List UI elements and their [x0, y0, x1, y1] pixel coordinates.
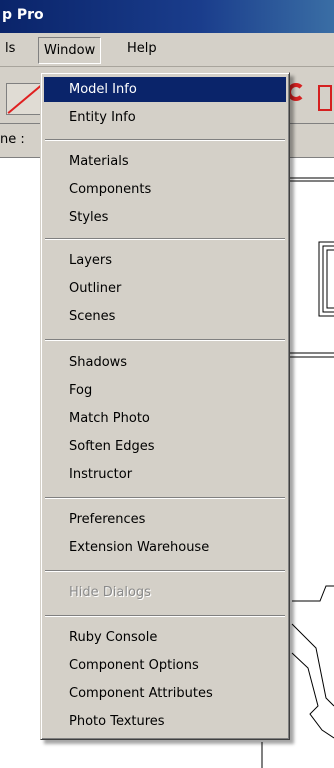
- menu-item-component-options[interactable]: Component Options: [44, 653, 286, 678]
- menu-item-fog[interactable]: Fog: [44, 378, 286, 403]
- menu-help[interactable]: Help: [122, 41, 162, 56]
- window-dropdown-menu: Model Info Entity Info Materials Compone…: [40, 72, 290, 740]
- scene-tab-label[interactable]: ne :: [0, 132, 25, 147]
- menu-item-outliner[interactable]: Outliner: [44, 276, 286, 301]
- menu-separator: [45, 339, 285, 341]
- menu-item-components[interactable]: Components: [44, 177, 286, 202]
- menu-item-entity-info[interactable]: Entity Info: [44, 105, 286, 130]
- menu-separator: [45, 139, 285, 141]
- menu-item-hide-dialogs: Hide Dialogs: [69, 585, 151, 600]
- rectangle-tool-icon[interactable]: [318, 85, 332, 111]
- menu-item-match-photo[interactable]: Match Photo: [44, 406, 286, 431]
- menu-bar: ls Window Help: [0, 33, 334, 67]
- menu-item-photo-textures[interactable]: Photo Textures: [44, 709, 286, 734]
- menu-item-layers[interactable]: Layers: [44, 248, 286, 273]
- menu-separator: [45, 570, 285, 572]
- menu-item-soften-edges[interactable]: Soften Edges: [44, 434, 286, 459]
- title-bar: p Pro: [0, 0, 334, 33]
- menu-window[interactable]: Window: [38, 37, 102, 64]
- menu-item-styles[interactable]: Styles: [44, 205, 286, 230]
- menu-item-instructor[interactable]: Instructor: [44, 462, 286, 487]
- menu-separator: [45, 615, 285, 617]
- app-title: p Pro: [2, 7, 44, 23]
- menu-item-ruby-console[interactable]: Ruby Console: [44, 625, 286, 650]
- menu-item-materials[interactable]: Materials: [44, 149, 286, 174]
- line-tool-icon[interactable]: [6, 83, 42, 115]
- menu-separator: [45, 238, 285, 240]
- menu-item-preferences[interactable]: Preferences: [44, 507, 286, 532]
- menu-item-shadows[interactable]: Shadows: [44, 350, 286, 375]
- menu-item-scenes[interactable]: Scenes: [44, 304, 286, 329]
- menu-separator: [45, 497, 285, 499]
- menu-item-component-attributes[interactable]: Component Attributes: [44, 681, 286, 706]
- menu-tools[interactable]: ls: [0, 41, 20, 56]
- menu-item-extension-warehouse[interactable]: Extension Warehouse: [44, 535, 286, 560]
- menu-item-model-info[interactable]: Model Info: [44, 77, 286, 102]
